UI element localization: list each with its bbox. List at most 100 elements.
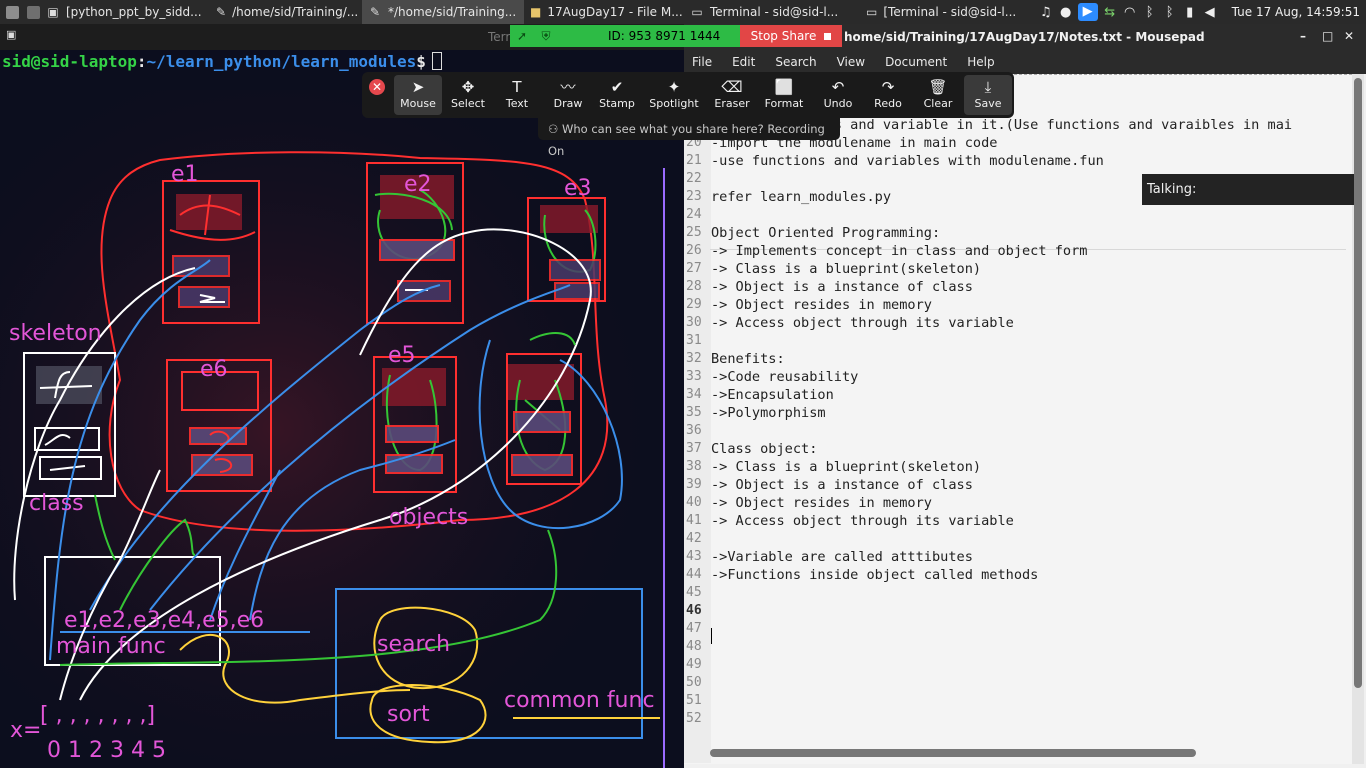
label-search: search [377, 632, 450, 657]
code-line: -> Access object through its variable [711, 513, 1014, 529]
close-icon[interactable]: ✕ [1344, 29, 1354, 43]
line-number: 26 [686, 243, 702, 258]
tool-stamp[interactable]: ✔ Stamp [593, 75, 641, 115]
line-number: 45 [686, 585, 702, 600]
line-number: 27 [686, 261, 702, 276]
code-line: ->Variable are called atttibutes [711, 549, 973, 565]
lightbulb-icon[interactable]: ● [1056, 5, 1076, 20]
label-e5: e5 [388, 343, 416, 368]
battery-icon[interactable]: ▮ [1180, 5, 1200, 20]
line-number: 32 [686, 351, 702, 366]
tool-draw[interactable]: 〰 Draw [544, 75, 592, 115]
pin-icon[interactable]: ➚ [510, 29, 534, 43]
line-number: 33 [686, 369, 702, 384]
code-line: ->Polymorphism [711, 405, 826, 421]
label-objects: objects [389, 505, 468, 530]
zoom-video-icon[interactable]: ▶ [1077, 3, 1098, 21]
mousepad-menubar: File Edit Search View Document Help [684, 50, 1366, 74]
label-e3: e3 [564, 176, 592, 201]
tool-mouse[interactable]: ➤ Mouse [394, 75, 442, 115]
mousepad-title: home/sid/Training/17AugDay17/Notes.txt -… [844, 30, 1205, 44]
text-cursor [711, 628, 712, 644]
undo-icon: ↶ [831, 78, 845, 96]
menu-search[interactable]: Search [775, 55, 816, 69]
spotlight-icon: ✦ [667, 78, 681, 96]
horizontal-scroll-thumb[interactable] [710, 749, 1196, 757]
zoom-share-bar: ➚ ⛨ ID: 953 8971 1444 Stop Share [510, 25, 842, 47]
tool-eraser[interactable]: ⌫ Eraser [708, 75, 756, 115]
line-number: 24 [686, 207, 702, 222]
stop-share-button[interactable]: Stop Share [740, 25, 842, 47]
tool-text[interactable]: T Text [493, 75, 541, 115]
menu-help[interactable]: Help [967, 55, 994, 69]
menu-edit[interactable]: Edit [732, 55, 755, 69]
tool-clear[interactable]: 🗑 Clear [914, 75, 962, 115]
wifi-icon[interactable]: ◠ [1120, 5, 1140, 20]
line-number: 50 [686, 675, 702, 690]
bluetooth-icon[interactable]: ᛒ [1140, 5, 1160, 20]
tool-spotlight[interactable]: ✦ Spotlight [645, 75, 703, 115]
share-status: ➚ ⛨ ID: 953 8971 1444 [510, 25, 740, 47]
line-number: 51 [686, 693, 702, 708]
close-annotation-icon[interactable]: ✕ [369, 79, 385, 95]
move-icon: ✥ [461, 78, 475, 96]
code-line: -use functions and variables with module… [711, 153, 1104, 169]
label-common-func: common func [504, 688, 655, 713]
label-array-indices: 0 1 2 3 4 5 [47, 738, 166, 763]
vertical-scroll-thumb[interactable] [1354, 78, 1362, 688]
line-number: 22 [686, 171, 702, 186]
terminal-icon: ▭ [866, 5, 878, 19]
text-icon: T [512, 78, 522, 96]
format-icon: ⬜ [774, 78, 794, 96]
system-tray: ♫ ● ▶ ⇆ ◠ ᛒ ᛒ ▮ ◀ Tue 17 Aug, 14:59:51 [1036, 0, 1366, 24]
line-number: 46 [686, 603, 702, 618]
task-terminal-2[interactable]: ▭ [Terminal - sid@sid-l... [860, 0, 1018, 24]
clock[interactable]: Tue 17 Aug, 14:59:51 [1232, 5, 1360, 19]
meeting-id: ID: 953 8971 1444 [608, 29, 721, 43]
menu-document[interactable]: Document [885, 55, 947, 69]
label-skeleton: skeleton [9, 321, 102, 346]
task-terminal-1[interactable]: ▭ Terminal - sid@sid-l... [684, 0, 860, 24]
label-array-brackets: [ , , , , , , ,] [40, 703, 155, 728]
menu-view[interactable]: View [837, 55, 865, 69]
line-number: 28 [686, 279, 702, 294]
tool-redo[interactable]: ↷ Redo [864, 75, 912, 115]
maximize-icon[interactable]: □ [1322, 29, 1333, 43]
recording-note[interactable]: ⚇ Who can see what you share here? Recor… [538, 118, 840, 158]
tool-select[interactable]: ✥ Select [444, 75, 492, 115]
label-e6: e6 [200, 357, 228, 382]
notification-bell-icon[interactable]: ♫ [1036, 5, 1056, 20]
line-number: 47 [686, 621, 702, 636]
code-line: -> Access object through its variable [711, 315, 1014, 331]
redo-icon: ↷ [881, 78, 895, 96]
label-sort: sort [387, 702, 430, 727]
tool-format[interactable]: ⬜ Format [760, 75, 808, 115]
shield-icon[interactable]: ⛨ [534, 29, 558, 44]
line-number: 38 [686, 459, 702, 474]
line-number: 37 [686, 441, 702, 456]
line-number: 40 [686, 495, 702, 510]
code-line: Class object: [711, 441, 818, 457]
volume-icon[interactable]: ◀ [1200, 5, 1220, 20]
object-e4 [506, 353, 582, 485]
code-line: ->Functions inside object called methods [711, 567, 1039, 583]
code-line: ->Code reusability [711, 369, 859, 385]
line-number: 34 [686, 387, 702, 402]
label-main-list: e1,e2,e3,e4,e5,e6 [64, 608, 264, 633]
label-e1: e1 [171, 162, 199, 187]
network-manager-icon[interactable]: ⇆ [1100, 5, 1120, 20]
line-number: 43 [686, 549, 702, 564]
tool-save[interactable]: ⤓ Save [964, 75, 1012, 115]
save-icon: ⤓ [984, 78, 992, 96]
line-number: 30 [686, 315, 702, 330]
line-number: 48 [686, 639, 702, 654]
minimize-icon[interactable]: – [1300, 29, 1306, 43]
line-number: 39 [686, 477, 702, 492]
menu-file[interactable]: File [692, 55, 712, 69]
bluetooth-icon-2[interactable]: ᛒ [1160, 5, 1180, 20]
draw-icon: 〰 [560, 78, 576, 96]
code-line: Object Oriented Programming: [711, 225, 941, 241]
line-number: 36 [686, 423, 702, 438]
tool-undo[interactable]: ↶ Undo [814, 75, 862, 115]
code-line: -> Class is a blueprint(skeleton) [711, 459, 982, 475]
